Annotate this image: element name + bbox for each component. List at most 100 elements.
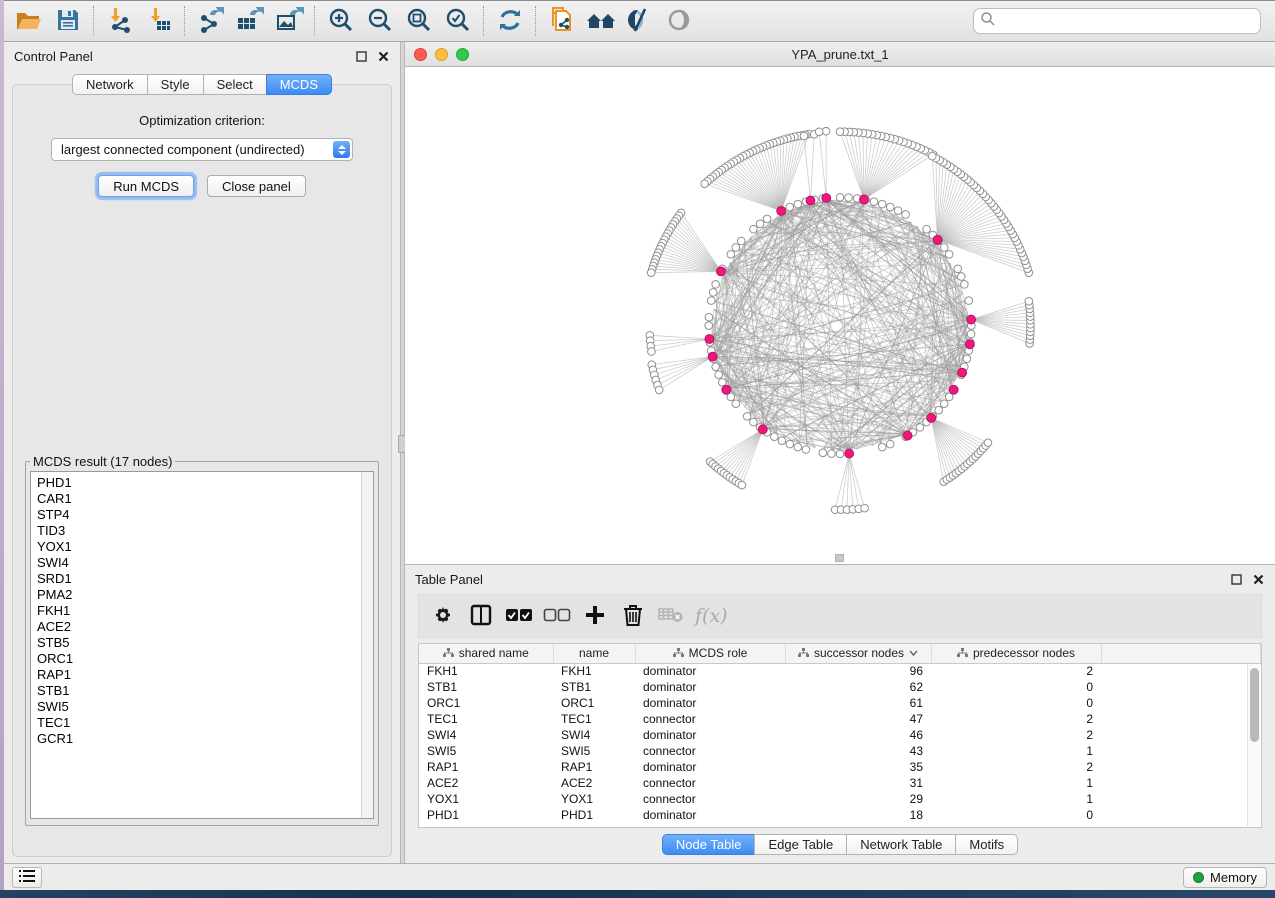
mcds-hub-node[interactable] [860, 195, 869, 204]
mcds-result-item[interactable]: TID3 [37, 523, 361, 539]
network-leaf-node[interactable] [836, 128, 844, 136]
network-node[interactable] [756, 220, 764, 228]
network-node[interactable] [705, 322, 713, 330]
table-scrollbar[interactable] [1247, 664, 1260, 826]
mcds-result-item[interactable]: SRD1 [37, 571, 361, 587]
network-node[interactable] [715, 371, 723, 379]
network-node[interactable] [763, 215, 771, 223]
network-leaf-node[interactable] [738, 481, 746, 489]
close-panel-button[interactable]: Close panel [207, 175, 306, 197]
mcds-result-item[interactable]: STB1 [37, 683, 361, 699]
mcds-hub-node[interactable] [822, 194, 831, 203]
network-node[interactable] [963, 355, 971, 363]
network-node[interactable] [802, 446, 810, 454]
network-node[interactable] [836, 450, 844, 458]
network-node[interactable] [727, 251, 735, 259]
network-node[interactable] [945, 251, 953, 259]
mcds-hub-node[interactable] [965, 340, 974, 349]
mcds-hub-node[interactable] [705, 335, 714, 344]
close-panel-icon[interactable] [1252, 573, 1265, 586]
mcds-result-item[interactable]: CAR1 [37, 491, 361, 507]
network-leaf-node[interactable] [800, 132, 808, 140]
import-network-button[interactable] [101, 4, 138, 38]
tab-network[interactable]: Network [72, 74, 148, 95]
mcds-hub-node[interactable] [806, 196, 815, 205]
table-row[interactable]: SWI5SWI5connector431 [419, 743, 1261, 759]
network-node[interactable] [819, 449, 827, 457]
network-node[interactable] [935, 406, 943, 414]
zoom-selected-button[interactable] [439, 4, 476, 38]
network-leaf-node[interactable] [815, 128, 823, 136]
table-row[interactable]: ACE2ACE2connector311 [419, 775, 1261, 791]
mcds-hub-node[interactable] [708, 352, 717, 361]
criterion-select[interactable]: largest connected component (undirected) [51, 138, 353, 161]
table-row[interactable]: RAP1RAP1dominator352 [419, 759, 1261, 775]
mcds-list-scrollbar[interactable] [361, 472, 373, 818]
network-leaf-node[interactable] [648, 348, 656, 356]
table-row[interactable]: FKH1FKH1dominator962 [419, 663, 1261, 679]
network-node[interactable] [961, 281, 969, 289]
network-node[interactable] [743, 413, 751, 421]
tab-edge-table[interactable]: Edge Table [754, 834, 847, 855]
mcds-hub-node[interactable] [927, 413, 936, 422]
table-row[interactable]: ORC1ORC1dominator610 [419, 695, 1261, 711]
select-all-button[interactable] [505, 601, 533, 631]
mcds-hub-node[interactable] [722, 385, 731, 394]
mcds-hub-node[interactable] [777, 206, 786, 215]
export-image-button[interactable] [270, 4, 307, 38]
mcds-result-list[interactable]: PHD1CAR1STP4TID3YOX1SWI4SRD1PMA2FKH1ACE2… [31, 472, 361, 818]
zoom-out-button[interactable] [361, 4, 398, 38]
tab-mcds[interactable]: MCDS [266, 74, 332, 95]
network-node[interactable] [786, 203, 794, 211]
mcds-result-item[interactable]: PHD1 [37, 475, 361, 491]
canvas-hscroll-thumb[interactable] [835, 554, 844, 562]
network-node[interactable] [940, 244, 948, 252]
network-node[interactable] [737, 237, 745, 245]
network-canvas[interactable] [405, 67, 1275, 564]
column-header-shared-name[interactable]: shared name [419, 644, 553, 663]
mcds-hub-node[interactable] [903, 431, 912, 440]
network-node[interactable] [940, 400, 948, 408]
table-row[interactable]: SWI4SWI4dominator462 [419, 727, 1261, 743]
table-row[interactable]: PHD1PHD1dominator180 [419, 807, 1261, 823]
network-node[interactable] [750, 225, 758, 233]
network-node[interactable] [786, 440, 794, 448]
mcds-result-item[interactable]: ACE2 [37, 619, 361, 635]
mcds-hub-node[interactable] [845, 449, 854, 458]
network-leaf-node[interactable] [1025, 297, 1033, 305]
function-builder-icon[interactable]: f(x) [695, 605, 728, 627]
network-leaf-node[interactable] [647, 269, 655, 277]
zoom-in-button[interactable] [322, 4, 359, 38]
tab-motifs[interactable]: Motifs [955, 834, 1018, 855]
network-node[interactable] [828, 450, 836, 458]
search-input[interactable] [996, 13, 1254, 30]
open-session-button[interactable] [10, 4, 47, 38]
network-graph[interactable] [405, 67, 1275, 565]
network-node[interactable] [870, 198, 878, 206]
mcds-result-item[interactable]: TEC1 [37, 715, 361, 731]
mcds-result-item[interactable]: PMA2 [37, 587, 361, 603]
mcds-hub-node[interactable] [933, 235, 942, 244]
tab-network-table[interactable]: Network Table [846, 834, 956, 855]
tab-style[interactable]: Style [147, 74, 204, 95]
network-leaf-node[interactable] [701, 180, 709, 188]
network-node[interactable] [894, 207, 902, 215]
network-node[interactable] [732, 400, 740, 408]
close-panel-icon[interactable] [377, 50, 390, 63]
table-row[interactable]: STB1STB1dominator620 [419, 679, 1261, 695]
network-node[interactable] [705, 313, 713, 321]
network-file-button[interactable] [543, 4, 580, 38]
delete-column-button[interactable] [619, 601, 647, 631]
column-header-successor-nodes[interactable]: successor nodes [785, 644, 931, 663]
network-node[interactable] [886, 203, 894, 211]
mcds-result-item[interactable]: FKH1 [37, 603, 361, 619]
mcds-result-item[interactable]: ORC1 [37, 651, 361, 667]
save-session-button[interactable] [49, 4, 86, 38]
mcds-hub-node[interactable] [949, 385, 958, 394]
network-node[interactable] [709, 289, 717, 297]
network-node[interactable] [712, 363, 720, 371]
network-node[interactable] [794, 200, 802, 208]
task-history-button[interactable] [12, 867, 42, 888]
network-node[interactable] [916, 424, 924, 432]
network-node[interactable] [886, 440, 894, 448]
